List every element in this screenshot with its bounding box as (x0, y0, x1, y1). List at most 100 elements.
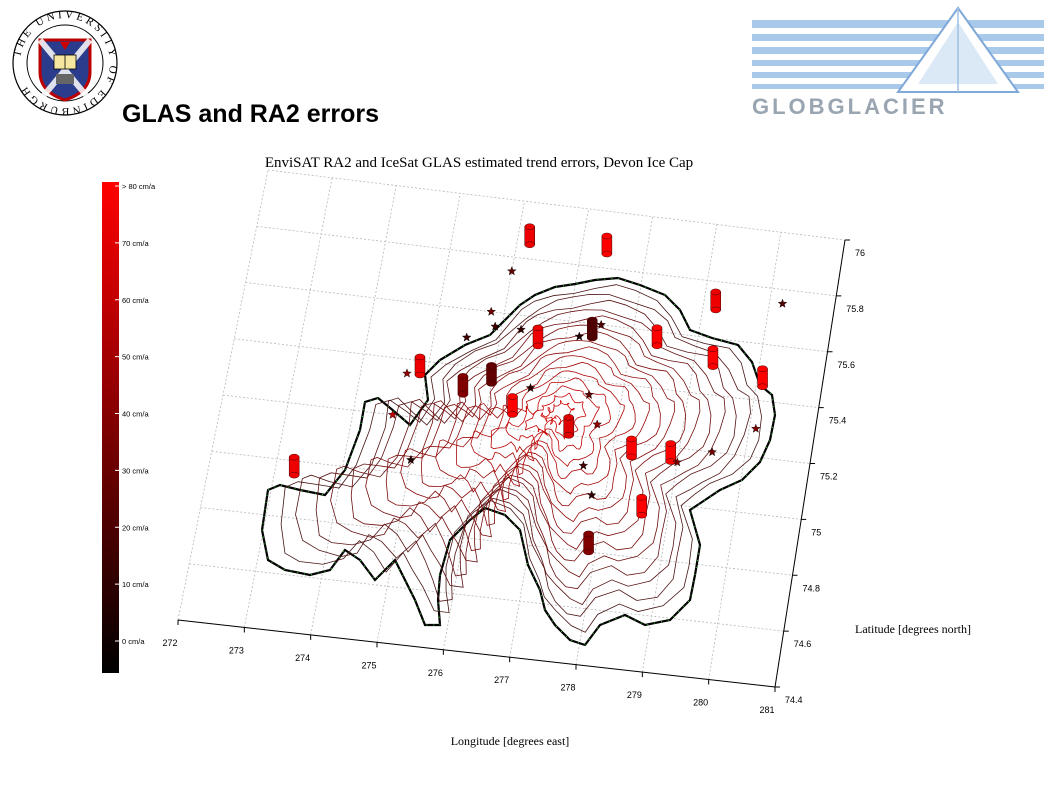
ra2-error-cylinder (710, 288, 721, 314)
cylinder-top (636, 493, 647, 501)
x-tick-label: 278 (560, 683, 575, 693)
colorbar-tick-label: 60 cm/a (122, 296, 150, 305)
ra2-error-cylinder (414, 353, 426, 379)
y-tick-label: 74.4 (785, 695, 803, 705)
colorbar-tick-label: 20 cm/a (122, 523, 150, 532)
grid-line-lat (267, 169, 846, 241)
x-tick-label: 281 (759, 705, 774, 715)
glas-error-star (486, 306, 497, 316)
cylinder-base (507, 411, 518, 418)
y-tick-label: 75.6 (838, 360, 856, 370)
glas-error-star (506, 266, 517, 276)
y-tick-label: 74.8 (803, 583, 821, 593)
cylinder-base (532, 342, 544, 350)
cylinder-base (583, 548, 594, 556)
grid-line-lat (256, 225, 837, 297)
ra2-error-cylinder (626, 435, 637, 461)
y-tick-label: 75.2 (820, 472, 838, 482)
x-tick-label: 276 (428, 668, 443, 678)
colorbar-gradient (102, 182, 119, 673)
ra2-error-cylinder (583, 530, 594, 556)
cylinder-base (757, 383, 768, 391)
x-tick-label: 280 (693, 698, 708, 708)
ra2-error-cylinder (651, 324, 663, 349)
ra2-error-cylinder (636, 493, 647, 519)
cylinder-base (601, 250, 613, 258)
y-tick-label: 76 (855, 248, 865, 258)
ra2-error-cylinder (757, 365, 768, 391)
ra2-error-cylinder (288, 453, 300, 479)
x-tick-label: 273 (229, 645, 244, 655)
cylinder-top (563, 414, 574, 421)
ra2-error-cylinder (524, 223, 535, 248)
ra2-error-cylinder (486, 362, 497, 387)
glas-error-star (584, 389, 594, 399)
cylinder-base (486, 380, 497, 387)
cylinder-top (507, 393, 518, 400)
cylinder-top (601, 232, 613, 240)
cylinder-top (626, 435, 637, 443)
ra2-error-cylinder (587, 316, 598, 342)
cylinder-base (710, 306, 721, 314)
y-tick-label: 75 (811, 527, 821, 537)
grid-line-lat (234, 338, 819, 409)
colorbar-tick-label: 0 cm/a (122, 637, 145, 646)
cylinder-top (757, 365, 768, 373)
glas-error-star (777, 298, 788, 308)
grid-line-lon (641, 224, 718, 673)
ra2-error-cylinder (707, 345, 719, 370)
glas-error-star (578, 460, 589, 470)
x-axis-label: Longitude [degrees east] (451, 734, 570, 748)
chart-grid (177, 169, 846, 688)
cylinder-base (636, 511, 647, 519)
x-tick-label: 272 (162, 638, 177, 648)
elevation-contour (280, 284, 762, 633)
cylinder-base (563, 432, 574, 439)
cylinder-base (288, 471, 300, 479)
ra2-error-cylinder (457, 373, 469, 398)
cylinder-top (288, 453, 300, 461)
cylinder-top (665, 440, 676, 447)
colorbar-tick-label: > 80 cm/a (122, 182, 156, 191)
y-tick-label: 75.4 (829, 416, 847, 426)
chart-marks (288, 223, 788, 556)
ra2-error-cylinder (563, 414, 574, 439)
cylinder-base (651, 342, 663, 349)
glas-error-star (750, 423, 761, 433)
colorbar-tick-label: 40 cm/a (122, 410, 150, 419)
cylinder-top (414, 353, 426, 361)
grid-line-lat (200, 507, 793, 576)
y-tick-label: 75.8 (846, 304, 864, 314)
cylinder-top (587, 316, 598, 324)
colorbar-tick-label: 50 cm/a (122, 353, 150, 362)
x-tick-label: 275 (361, 660, 376, 670)
glas-error-star (707, 447, 717, 457)
cylinder-top (583, 530, 594, 538)
x-tick-label: 277 (494, 675, 509, 685)
cylinder-top (532, 324, 544, 332)
cylinder-base (524, 241, 535, 248)
cylinder-base (457, 391, 469, 398)
cylinder-base (587, 334, 598, 342)
y-tick-label: 74.6 (794, 639, 812, 649)
chart: 0 cm/a 10 cm/a 20 cm/a 30 cm/a 40 cm/a 50 cm/… (102, 169, 971, 748)
cylinder-base (414, 371, 426, 379)
colorbar-tick-label: 70 cm/a (122, 239, 150, 248)
grid-line-lat (211, 450, 802, 520)
cylinder-top (707, 345, 719, 352)
x-tick-label: 279 (627, 690, 642, 700)
glas-error-star (402, 368, 412, 378)
cylinder-base (626, 453, 637, 461)
glas-error-star (574, 331, 585, 341)
elevation-contour (295, 294, 751, 617)
colorbar-tick-label: 10 cm/a (122, 580, 150, 589)
ra2-error-cylinder (507, 393, 518, 418)
cylinder-base (707, 363, 719, 370)
ra2-error-cylinder (601, 232, 613, 258)
cylinder-top (524, 223, 535, 230)
y-axis-label: Latitude [degrees north] (855, 622, 971, 636)
colorbar-tick-label: 30 cm/a (122, 466, 150, 475)
glas-error-star (525, 382, 536, 393)
x-axis-line (177, 619, 776, 688)
cylinder-top (710, 288, 721, 296)
